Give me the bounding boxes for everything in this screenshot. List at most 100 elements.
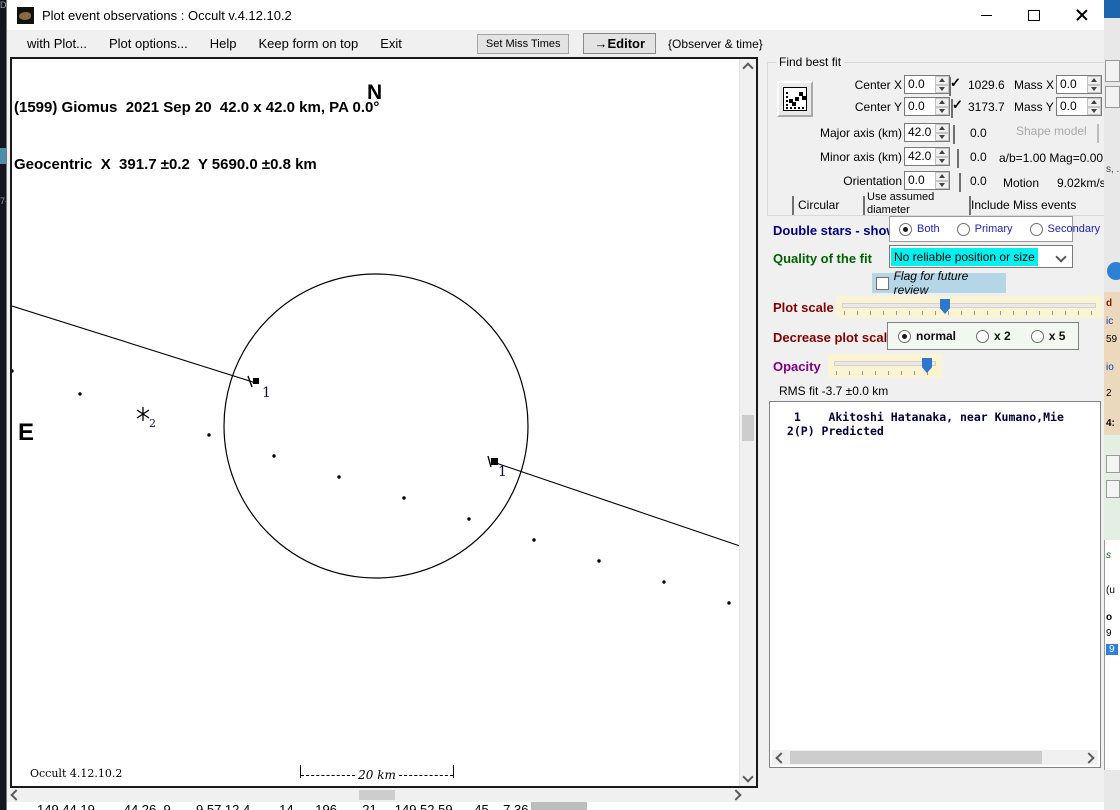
radio-icon <box>899 222 912 236</box>
spin-up-icon[interactable] <box>935 76 949 85</box>
decrease-plot-scale-group: normal x 2 x 5 <box>887 322 1079 350</box>
scroll-left-button[interactable] <box>774 750 788 765</box>
minor-axis-value[interactable]: 42.0 <box>905 148 935 165</box>
center-x-spinner[interactable]: 0.0 <box>904 75 950 94</box>
quality-selected-value: No reliable position or size <box>891 247 1038 266</box>
orientation-value[interactable]: 0.0 <box>905 172 935 189</box>
rms-fit-label: RMS fit -3.7 ±0.0 km <box>779 384 889 398</box>
minor-axis-spinner[interactable]: 42.0 <box>904 147 950 166</box>
occult-plot-window: Plot event observations : Occult v.4.12.… <box>6 0 1109 810</box>
chord1-end-label: 1 <box>498 464 507 480</box>
plot-scale-slider[interactable] <box>836 296 1102 318</box>
spin-down-icon[interactable] <box>935 84 949 93</box>
background-text-fragment: 9 <box>1106 644 1118 655</box>
mass-x-value[interactable]: 0.0 <box>1057 76 1087 93</box>
list-horizontal-scrollbar[interactable] <box>772 750 1098 765</box>
scroll-up-button[interactable] <box>740 61 756 75</box>
radio-icon <box>898 329 911 343</box>
scale-x2-option[interactable]: x 2 <box>976 329 1011 343</box>
chord1-start-label: 1 <box>262 385 271 401</box>
orientation-label: Orientation <box>843 174 902 188</box>
scroll-right-button[interactable] <box>729 788 743 802</box>
double-stars-both-option[interactable]: Both <box>899 222 940 236</box>
background-control-fragment <box>1106 480 1120 498</box>
shape-model-label: Shape model <box>1016 124 1087 138</box>
spin-up-icon[interactable] <box>935 124 949 133</box>
quality-dropdown[interactable]: No reliable position or size <box>889 245 1073 268</box>
spin-down-icon[interactable] <box>935 180 949 189</box>
menubar: with Plot... Plot options... Help Keep f… <box>7 30 1105 57</box>
spin-down-icon[interactable] <box>935 132 949 141</box>
spin-down-icon[interactable] <box>1087 106 1101 115</box>
scroll-thumb[interactable] <box>359 790 395 800</box>
spin-down-icon[interactable] <box>935 106 949 115</box>
menu-with-plot[interactable]: with Plot... <box>27 36 87 51</box>
chevron-up-icon <box>742 62 754 74</box>
spin-up-icon[interactable] <box>935 148 949 157</box>
double-stars-primary-option[interactable]: Primary <box>956 222 1013 236</box>
find-best-fit-group: Find best fit Center X 0.0 ✓ 1029.6 Mass… <box>767 55 1109 216</box>
scroll-right-button[interactable] <box>1082 750 1096 765</box>
menu-keep-form-on-top[interactable]: Keep form on top <box>259 36 359 51</box>
scroll-thumb[interactable] <box>742 415 754 441</box>
menu-exit[interactable]: Exit <box>380 36 402 51</box>
plot-canvas[interactable]: 1 1 2 N E <box>12 59 739 786</box>
center-y-value[interactable]: 0.0 <box>905 98 935 115</box>
minor-axis-fit-checkbox[interactable] <box>957 149 959 168</box>
major-axis-value[interactable]: 42.0 <box>905 124 935 141</box>
use-assumed-diameter-checkbox[interactable] <box>863 196 865 215</box>
observer-time-label: {Observer & time} <box>668 36 763 51</box>
major-axis-spinner[interactable]: 42.0 <box>904 123 950 142</box>
orientation-spinner[interactable]: 0.0 <box>904 171 950 190</box>
radio-icon <box>1029 222 1043 236</box>
opacity-slider[interactable] <box>828 354 942 378</box>
scroll-thumb[interactable] <box>790 751 1042 764</box>
background-control-fragment <box>1106 455 1120 473</box>
center-x-value[interactable]: 0.0 <box>905 76 935 93</box>
slider-track[interactable] <box>834 361 936 366</box>
spin-up-icon[interactable] <box>935 172 949 181</box>
mass-y-spinner[interactable]: 0.0 <box>1056 97 1102 116</box>
spin-up-icon[interactable] <box>935 98 949 107</box>
mass-x-spinner[interactable]: 0.0 <box>1056 75 1102 94</box>
plot-vertical-scrollbar[interactable] <box>739 59 756 786</box>
circular-checkbox[interactable] <box>792 196 794 215</box>
maximize-button[interactable] <box>1019 4 1049 26</box>
set-miss-times-button[interactable]: Set Miss Times <box>476 33 570 54</box>
spin-down-icon[interactable] <box>935 156 949 165</box>
scroll-down-button[interactable] <box>740 770 756 784</box>
mass-y-value[interactable]: 0.0 <box>1057 98 1087 115</box>
spin-up-icon[interactable] <box>1087 76 1101 85</box>
center-y-spinner[interactable]: 0.0 <box>904 97 950 116</box>
titlebar: Plot event observations : Occult v.4.12.… <box>7 0 1105 30</box>
double-stars-secondary-option[interactable]: Secondary <box>1029 222 1100 236</box>
editor-button[interactable]: →Editor <box>583 33 657 54</box>
use-assumed-diameter-label: Use assumed diameter <box>867 191 935 216</box>
fit-x-checkbox[interactable] <box>949 77 951 96</box>
scale-x5-option[interactable]: x 5 <box>1030 329 1065 343</box>
flag-review-checkbox[interactable] <box>876 276 889 290</box>
menu-help[interactable]: Help <box>210 36 237 51</box>
shape-model-checkbox[interactable] <box>1097 124 1099 143</box>
spin-down-icon[interactable] <box>1087 84 1101 93</box>
decrease-plot-scale-label: Decrease plot scale <box>773 330 895 345</box>
scroll-left-button[interactable] <box>9 788 23 802</box>
observation-row[interactable]: 2(P) Predicted <box>780 424 1100 438</box>
center-y-label: Center Y <box>854 100 902 114</box>
chevron-down-icon <box>742 771 754 783</box>
find-best-fit-button[interactable] <box>777 81 813 117</box>
major-axis-fit-checkbox[interactable] <box>953 125 955 144</box>
scale-normal-option[interactable]: normal <box>898 329 956 343</box>
spin-up-icon[interactable] <box>1087 98 1101 107</box>
chord1-r-marker <box>491 458 498 465</box>
orientation-fit-checkbox[interactable] <box>959 173 961 192</box>
close-button[interactable] <box>1067 4 1097 26</box>
plot-horizontal-scrollbar[interactable] <box>7 788 747 802</box>
observation-row[interactable]: 1 Akitoshi Hatanaka, near Kumano,Mie <box>780 410 1100 424</box>
chevron-left-icon <box>10 789 22 801</box>
minimize-button[interactable] <box>971 4 1001 26</box>
slider-track[interactable] <box>842 303 1096 308</box>
menu-plot-options[interactable]: Plot options... <box>109 36 188 51</box>
fit-y-checkbox[interactable] <box>951 99 953 118</box>
observations-listbox[interactable]: 1 Akitoshi Hatanaka, near Kumano,Mie 2(P… <box>769 401 1101 768</box>
